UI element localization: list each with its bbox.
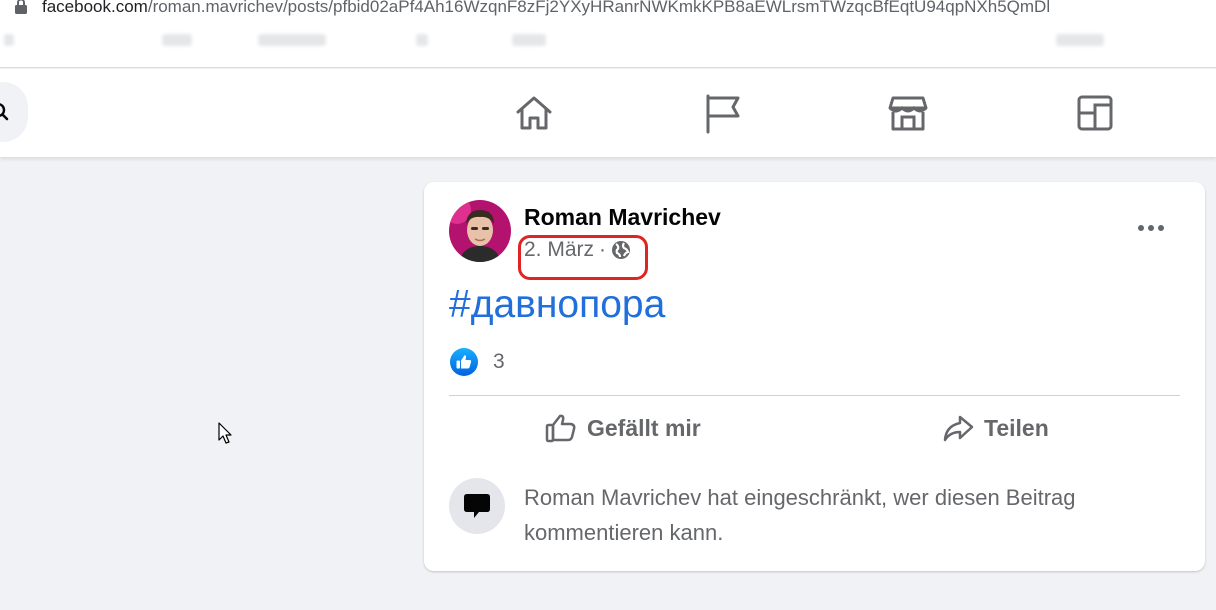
comment-icon-circle: [449, 478, 505, 534]
address-bar[interactable]: facebook.com/roman.mavrichev/posts/pfbid…: [42, 0, 1050, 17]
nav-marketplace-button[interactable]: [886, 91, 930, 135]
search-icon: [0, 103, 9, 121]
bookmarks-bar: [0, 30, 1216, 56]
pages-flag-icon: [706, 94, 740, 134]
comment-bubble-icon: [464, 494, 490, 518]
browser-chrome: facebook.com/roman.mavrichev/posts/pfbid…: [0, 0, 1216, 68]
author-avatar[interactable]: [449, 200, 511, 262]
share-arrow-icon: [943, 415, 974, 442]
gaming-icon: [1077, 95, 1113, 131]
like-reaction-icon: [450, 348, 478, 376]
facebook-top-nav: [0, 69, 1216, 157]
avatar-photo: [449, 200, 511, 262]
post-hashtag-link[interactable]: #давнопора: [449, 283, 665, 327]
post-options-button[interactable]: [1130, 212, 1172, 244]
actions-divider: [449, 395, 1180, 396]
post-card: Roman Mavrichev 2. März · #давнопора 3 G…: [424, 182, 1205, 571]
reaction-count: 3: [493, 350, 505, 373]
comment-restriction-text: Roman Mavrichev hat eingeschränkt, wer d…: [524, 485, 1076, 545]
like-button-label: Gefällt mir: [587, 414, 701, 441]
share-button[interactable]: Teilen: [942, 407, 1049, 449]
search-button[interactable]: [0, 82, 28, 142]
post-author-name[interactable]: Roman Mavrichev: [524, 204, 721, 231]
nav-home-button[interactable]: [512, 91, 556, 135]
marketplace-icon: [888, 96, 928, 131]
lock-icon: [15, 0, 27, 14]
share-button-label: Teilen: [984, 414, 1049, 441]
like-button[interactable]: Gefällt mir: [545, 407, 701, 449]
reaction-summary[interactable]: 3: [450, 348, 505, 376]
nav-gaming-button[interactable]: [1073, 91, 1117, 135]
annotation-highlight-box: [518, 235, 648, 280]
mouse-cursor-icon: [218, 422, 232, 444]
nav-pages-button[interactable]: [700, 91, 744, 135]
url-host: facebook.com: [42, 0, 148, 16]
thumbs-up-icon: [545, 414, 576, 443]
url-path: /roman.mavrichev/posts/pfbid02aPf4Ah16Wz…: [147, 0, 1051, 16]
more-dots-icon: [1138, 225, 1144, 231]
home-icon: [516, 96, 552, 130]
